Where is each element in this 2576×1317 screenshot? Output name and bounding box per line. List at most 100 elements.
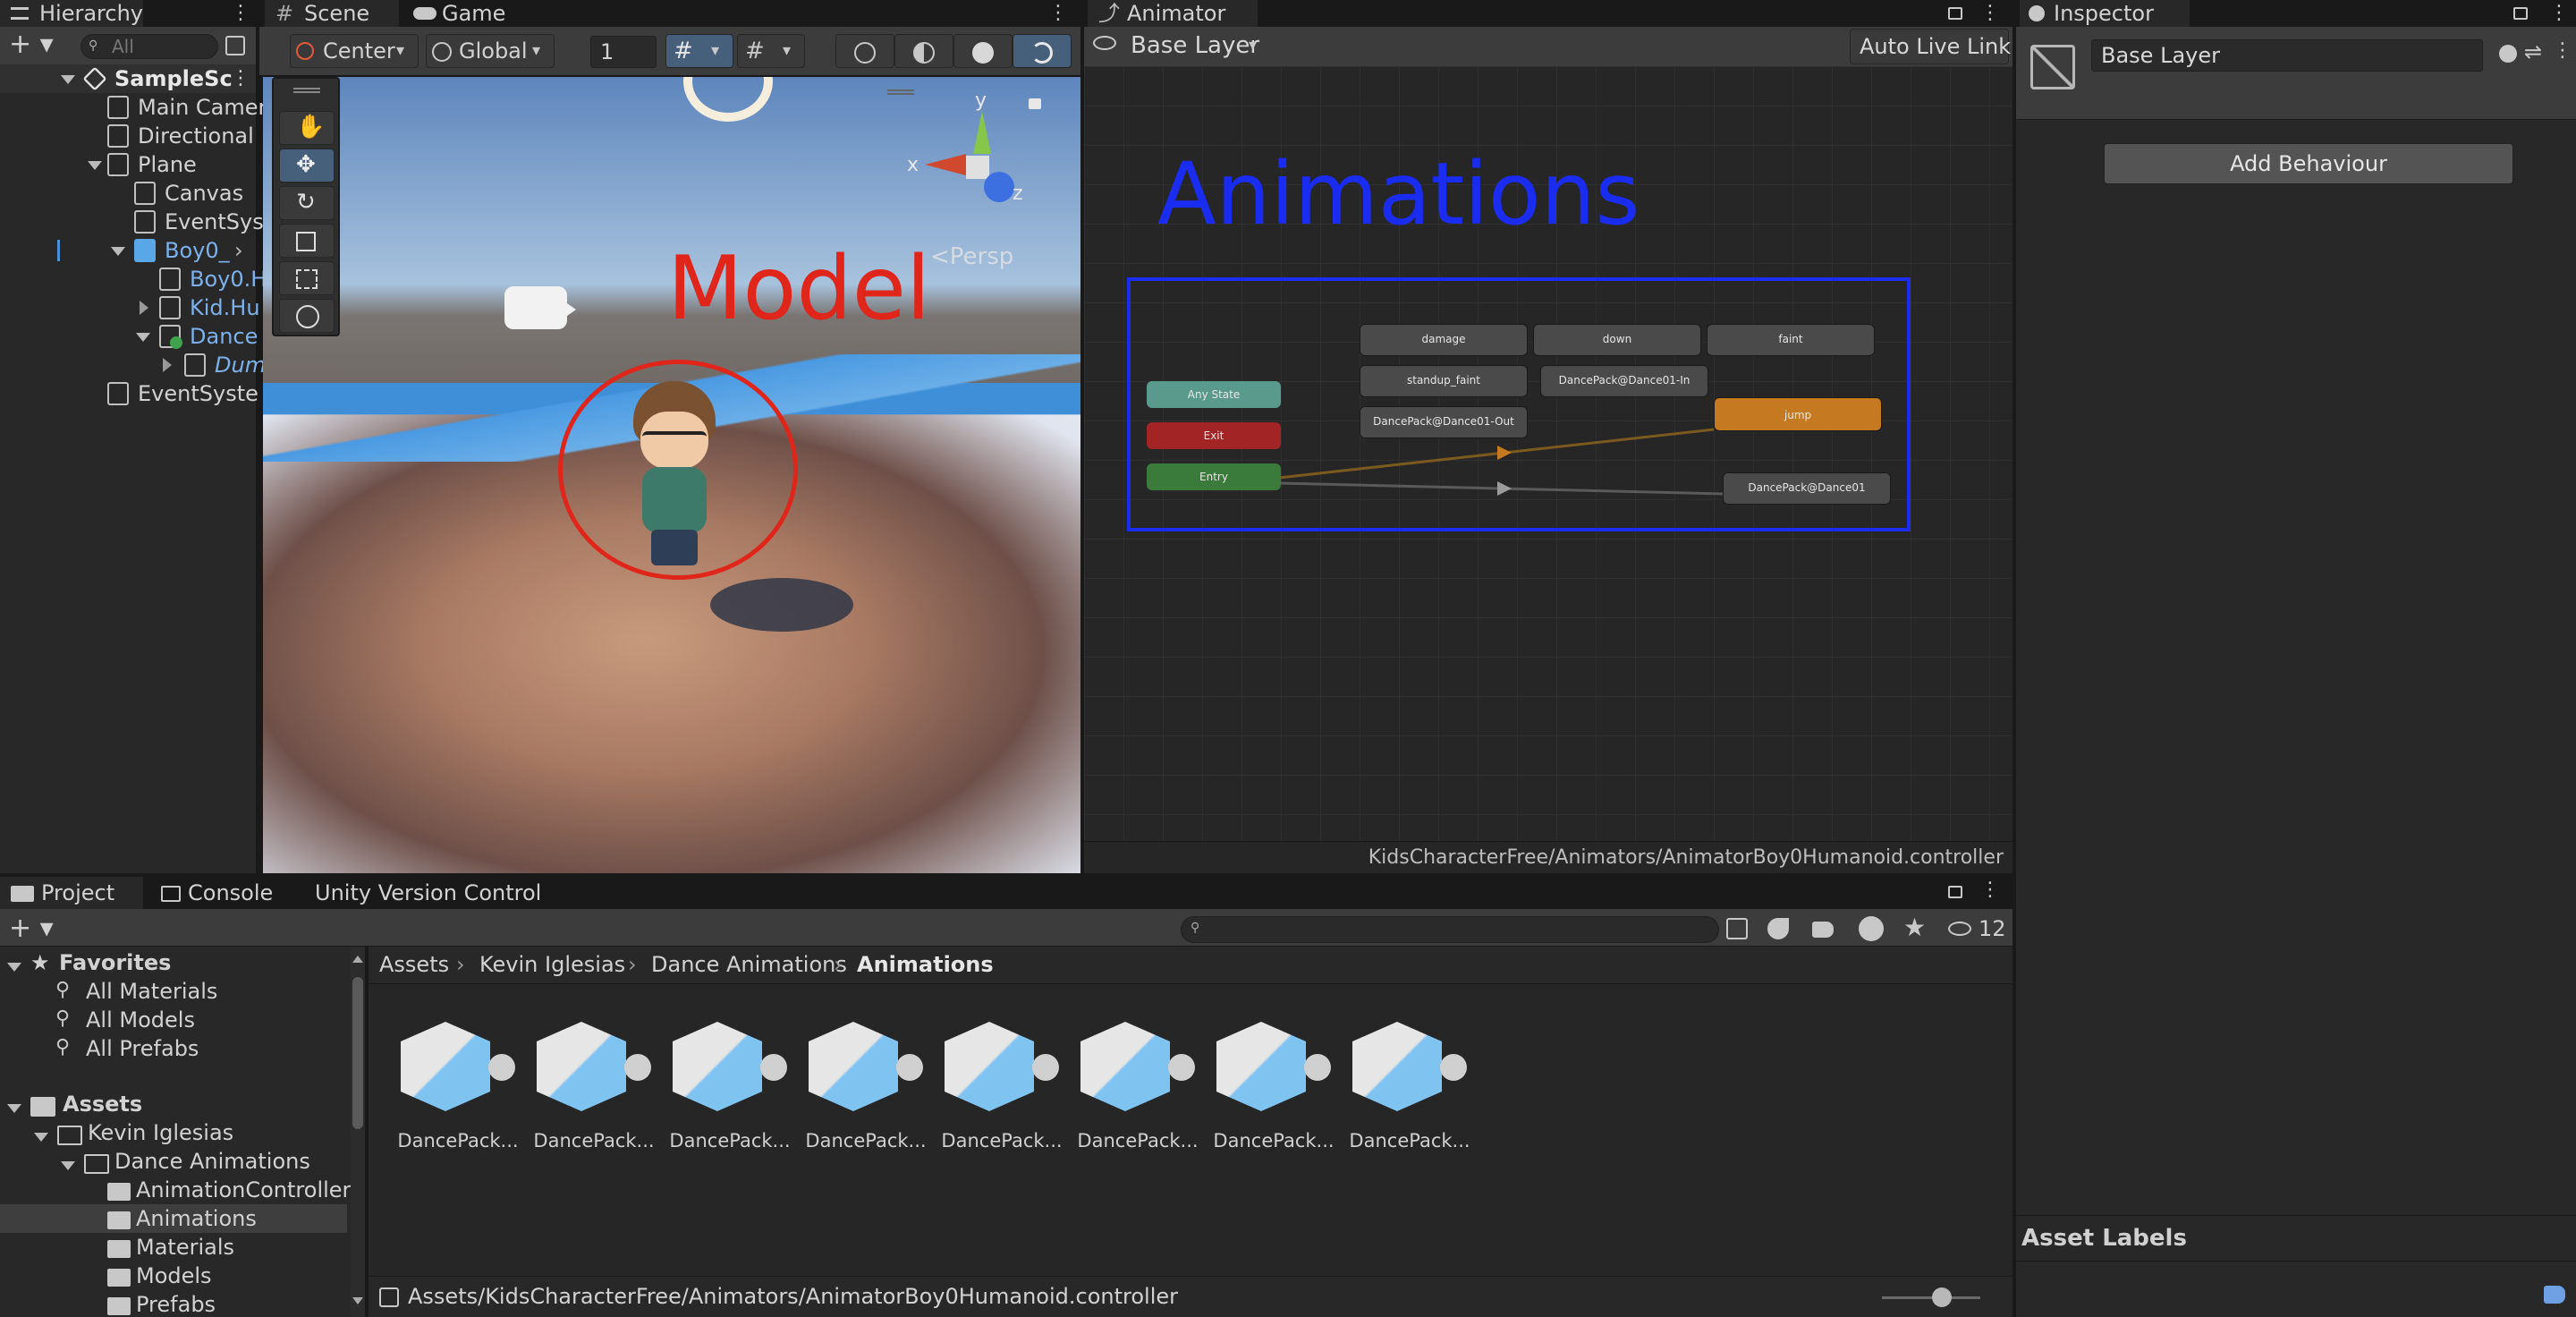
grid-snap-toggle[interactable]: # ▾: [665, 34, 733, 68]
hierarchy-item-eventsystem[interactable]: EventSys: [0, 208, 264, 236]
breadcrumb-dance-animations[interactable]: Dance Animations: [651, 950, 847, 979]
hierarchy-menu-icon[interactable]: ⋮: [231, 4, 250, 23]
move-tool-button[interactable]: ✥: [279, 149, 335, 183]
character-model[interactable]: [621, 381, 728, 569]
state-standup-faint[interactable]: standup_faint: [1360, 365, 1528, 397]
breadcrumb-assets[interactable]: Assets: [379, 950, 449, 979]
shading-shaded-wire-button[interactable]: [894, 34, 953, 68]
folder-prefabs[interactable]: Prefabs: [136, 1290, 216, 1317]
folder-dance-animations[interactable]: Dance Animations: [114, 1147, 310, 1176]
chevron-right-icon[interactable]: ›: [234, 236, 243, 265]
animator-lock-icon[interactable]: [1948, 7, 1962, 20]
shading-shaded-button[interactable]: [953, 34, 1013, 68]
favorite-star-icon[interactable]: ★: [1903, 913, 1926, 942]
tag-icon[interactable]: [2544, 1286, 2565, 1304]
rotate-tool-button[interactable]: ↻: [279, 186, 335, 220]
favorite-all-models[interactable]: All Models: [86, 1006, 195, 1034]
scene-menu-icon[interactable]: ⋮: [1048, 4, 1068, 23]
shading-wireframe-button[interactable]: [835, 34, 894, 68]
filter-by-label-icon[interactable]: [1812, 922, 1834, 938]
tab-unity-version-control[interactable]: Unity Version Control: [304, 877, 555, 909]
perspective-label[interactable]: <Persp: [930, 243, 1013, 270]
state-any-state[interactable]: Any State: [1147, 381, 1281, 408]
add-behaviour-button[interactable]: Add Behaviour: [2104, 143, 2513, 184]
hierarchy-item-main-camera[interactable]: Main Camer: [0, 93, 267, 122]
gizmo-lock-icon[interactable]: [1029, 98, 1041, 109]
scale-tool-button[interactable]: [279, 224, 335, 258]
space-mode-dropdown[interactable]: Global ▾: [426, 34, 555, 68]
search-scope-icon[interactable]: [1726, 918, 1748, 939]
scene-menu-icon[interactable]: ⋮: [231, 64, 250, 93]
project-menu-icon[interactable]: ⋮: [1980, 880, 2000, 900]
hierarchy-search-input[interactable]: ⚲ All: [80, 34, 218, 59]
state-exit[interactable]: Exit: [1147, 422, 1281, 449]
hierarchy-item-eventsystem-root[interactable]: EventSyste: [0, 379, 258, 408]
animator-menu-icon[interactable]: ⋮: [1980, 4, 2000, 23]
inspector-menu-icon[interactable]: ⋮: [2549, 4, 2569, 23]
hierarchy-item-canvas[interactable]: Canvas: [0, 179, 256, 208]
asset-item[interactable]: DancePack...: [395, 1009, 521, 1170]
state-down[interactable]: down: [1533, 324, 1701, 356]
project-search-input[interactable]: ⚲: [1181, 916, 1719, 943]
eye-slash-icon[interactable]: [1093, 36, 1116, 50]
tab-console[interactable]: Console: [148, 877, 301, 909]
tab-animator[interactable]: ⤴ Animator: [1088, 0, 1258, 27]
animator-layer-dropdown[interactable]: Base Layer: [1131, 30, 1259, 61]
state-damage[interactable]: damage: [1360, 324, 1528, 356]
asset-item[interactable]: DancePack...: [1211, 1009, 1336, 1170]
hand-tool-button[interactable]: ✋: [279, 111, 335, 145]
folder-animation-controllers[interactable]: AnimationControllers: [136, 1176, 362, 1204]
warning-filter-icon[interactable]: [1859, 916, 1884, 941]
hierarchy-item-boy0-h[interactable]: Boy0.H: [0, 265, 267, 293]
tab-inspector[interactable]: Inspector: [2020, 0, 2190, 27]
help-icon[interactable]: [2499, 45, 2517, 63]
folder-materials[interactable]: Materials: [136, 1233, 234, 1262]
asset-item[interactable]: DancePack...: [1347, 1009, 1472, 1170]
transform-tool-button[interactable]: [279, 299, 335, 333]
favorite-all-prefabs[interactable]: All Prefabs: [86, 1034, 199, 1063]
grid-size-input[interactable]: 1: [590, 36, 657, 68]
state-dance-in[interactable]: DancePack@Dance01-In: [1540, 365, 1708, 397]
folder-kevin-iglesias[interactable]: Kevin Iglesias: [88, 1118, 233, 1147]
hidden-packages-icon[interactable]: [1948, 922, 1971, 936]
hierarchy-item-plane[interactable]: Plane: [0, 150, 256, 179]
favorites-title[interactable]: Favorites: [59, 948, 171, 977]
state-entry[interactable]: Entry: [1147, 463, 1281, 490]
icon-size-slider-thumb[interactable]: [1932, 1287, 1952, 1307]
hierarchy-item-scene[interactable]: SampleSc ⋮: [0, 64, 256, 93]
rect-tool-button[interactable]: [279, 261, 335, 295]
scrollbar-thumb[interactable]: [352, 977, 363, 1129]
auto-live-link-button[interactable]: Auto Live Link: [1850, 29, 2011, 64]
icon-size-slider-track[interactable]: [1882, 1296, 1980, 1299]
state-faint[interactable]: faint: [1707, 324, 1875, 356]
folder-animations[interactable]: Animations: [136, 1204, 257, 1233]
hierarchy-item-dance[interactable]: Dance: [0, 322, 258, 351]
project-add-button[interactable]: + ▾: [9, 913, 54, 945]
hierarchy-item-kid-hu[interactable]: Kid.Hu: [0, 293, 260, 322]
inspector-component-menu-icon[interactable]: ⋮: [2553, 39, 2572, 62]
shading-unlit-button[interactable]: [1013, 34, 1072, 68]
tab-hierarchy[interactable]: Hierarchy: [0, 0, 143, 27]
project-lock-icon[interactable]: [1948, 886, 1962, 898]
pivot-mode-dropdown[interactable]: Center ▾: [290, 34, 419, 68]
animator-graph[interactable]: Animations damage down faint Any State s…: [1084, 66, 2012, 841]
asset-item[interactable]: DancePack...: [939, 1009, 1064, 1170]
tab-project[interactable]: Project: [0, 877, 143, 909]
tab-scene[interactable]: # Scene: [265, 0, 399, 27]
state-jump[interactable]: jump: [1714, 397, 1882, 431]
favorite-all-materials[interactable]: All Materials: [86, 977, 217, 1006]
assets-root[interactable]: Assets: [63, 1090, 142, 1118]
scene-viewport[interactable]: Model ✋ ✥ ↻ y x z <Persp: [263, 77, 1080, 873]
asset-item[interactable]: DancePack...: [803, 1009, 928, 1170]
tab-game[interactable]: Game: [406, 0, 522, 27]
state-dance01[interactable]: DancePack@Dance01: [1723, 472, 1891, 505]
asset-item[interactable]: DancePack...: [1075, 1009, 1200, 1170]
breadcrumb-kevin-iglesias[interactable]: Kevin Iglesias: [479, 950, 625, 979]
hierarchy-scene-view-icon[interactable]: [225, 36, 245, 55]
folder-tree-scrollbar[interactable]: [351, 947, 365, 1317]
inspector-name-field[interactable]: Base Layer: [2091, 39, 2483, 72]
state-dance-out[interactable]: DancePack@Dance01-Out: [1360, 406, 1528, 438]
filter-by-type-icon[interactable]: [1767, 918, 1789, 939]
hierarchy-add-button[interactable]: + ▾: [9, 29, 54, 61]
hierarchy-item-dum[interactable]: Dum: [0, 351, 266, 379]
